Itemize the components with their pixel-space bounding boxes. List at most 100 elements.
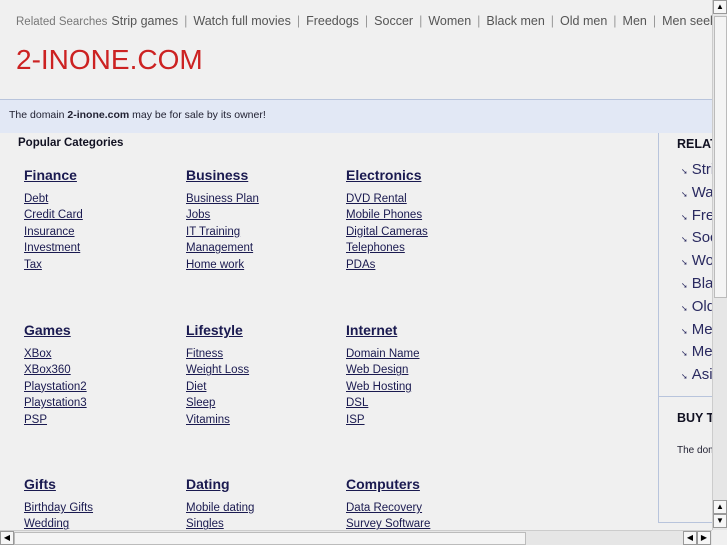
category-link[interactable]: Business Plan xyxy=(186,191,336,207)
related-item-label[interactable]: Soc xyxy=(692,229,712,246)
separator: | xyxy=(477,14,481,28)
related-link[interactable]: Black men xyxy=(486,14,544,28)
category-link[interactable]: Credit Card xyxy=(24,207,174,223)
category-link[interactable]: PSP xyxy=(24,412,174,428)
related-item[interactable]: ➘ Soc xyxy=(681,228,712,251)
category-title[interactable]: Gifts xyxy=(24,476,174,492)
related-item-label[interactable]: Mer xyxy=(692,343,712,360)
related-item-label[interactable]: Fre xyxy=(692,207,712,224)
category-link[interactable]: DVD Rental xyxy=(346,191,496,207)
related-link[interactable]: Watch full movies xyxy=(193,14,290,28)
vertical-scrollbar[interactable]: ▲ ▲ ▼ xyxy=(712,0,727,530)
category-title[interactable]: Games xyxy=(24,322,174,338)
related-item-label[interactable]: Wa xyxy=(692,184,712,201)
scroll-up-icon[interactable]: ▲ xyxy=(713,0,727,14)
category-link[interactable]: Playstation2 xyxy=(24,379,174,395)
category-link[interactable]: Telephones xyxy=(346,240,496,256)
category-link[interactable]: Vitamins xyxy=(186,412,336,428)
related-item-label[interactable]: Stri xyxy=(692,161,712,178)
related-item[interactable]: ➘ Wa xyxy=(681,183,712,206)
category-link[interactable]: Web Design xyxy=(346,362,496,378)
category-link[interactable]: Jobs xyxy=(186,207,336,223)
category-title[interactable]: Lifestyle xyxy=(186,322,336,338)
related-item-label[interactable]: Wo xyxy=(692,252,712,269)
category-link[interactable]: Web Hosting xyxy=(346,379,496,395)
related-item-label[interactable]: Asi xyxy=(692,366,712,383)
category-link[interactable]: Digital Cameras xyxy=(346,224,496,240)
category-link[interactable]: Debt xyxy=(24,191,174,207)
category-title[interactable]: Computers xyxy=(346,476,496,492)
related-item[interactable]: ➘ Stri xyxy=(681,160,712,183)
category-link[interactable]: IT Training xyxy=(186,224,336,240)
related-item[interactable]: ➘ Mer xyxy=(681,342,712,365)
related-searches-label: Related Searches xyxy=(16,16,108,28)
category-link[interactable]: XBox360 xyxy=(24,362,174,378)
category-link[interactable]: ISP xyxy=(346,412,496,428)
category-title[interactable]: Internet xyxy=(346,322,496,338)
separator: | xyxy=(364,14,369,28)
category-link[interactable]: Home work xyxy=(186,257,336,273)
category-title[interactable]: Business xyxy=(186,167,336,183)
related-item[interactable]: ➘ Mer xyxy=(681,320,712,343)
related-item-label[interactable]: Old xyxy=(692,298,712,315)
sale-domain: 2-inone.com xyxy=(67,109,130,121)
related-panel-title: RELAT xyxy=(677,137,712,151)
category-link[interactable]: Playstation3 xyxy=(24,395,174,411)
category-link[interactable]: Data Recovery xyxy=(346,500,496,516)
category-link[interactable]: Tax xyxy=(24,257,174,273)
category-link[interactable]: Fitness xyxy=(186,346,336,362)
related-item-label[interactable]: Bla xyxy=(692,275,712,292)
sale-text-end: may be for sale by its owner! xyxy=(129,109,266,121)
category-lifestyle: Lifestyle Fitness Weight Loss Diet Sleep Vita… xyxy=(186,322,336,428)
related-link[interactable]: Soccer xyxy=(374,14,413,28)
related-searches-bar: Related Searches Strip games | Watch full m… xyxy=(16,14,727,28)
category-title[interactable]: Finance xyxy=(24,167,174,183)
arrow-bullet-icon: ➘ xyxy=(681,258,688,268)
related-link[interactable]: Old men xyxy=(560,14,607,28)
scroll-right-icon[interactable]: ▶ xyxy=(697,531,711,545)
site-logo[interactable]: 2-INONE.COM xyxy=(16,44,203,76)
category-link[interactable]: Management xyxy=(186,240,336,256)
category-link[interactable]: Weight Loss xyxy=(186,362,336,378)
related-item[interactable]: ➘ Bla xyxy=(681,274,712,297)
horizontal-scroll-thumb[interactable] xyxy=(14,532,526,545)
scroll-left-icon[interactable]: ◀ xyxy=(683,531,697,545)
separator: | xyxy=(613,14,617,28)
related-link[interactable]: Men xyxy=(623,14,647,28)
category-title[interactable]: Electronics xyxy=(346,167,496,183)
related-link[interactable]: Freedogs xyxy=(306,14,359,28)
category-link[interactable]: Domain Name xyxy=(346,346,496,362)
scroll-left-icon[interactable]: ◀ xyxy=(0,531,14,545)
related-item-label[interactable]: Mer xyxy=(692,321,712,338)
horizontal-scrollbar[interactable]: ◀ ◀ ▶ xyxy=(0,530,712,545)
related-link[interactable]: Strip games xyxy=(111,14,178,28)
category-link[interactable]: Mobile dating xyxy=(186,500,336,516)
category-business: Business Business Plan Jobs IT Training Mana… xyxy=(186,167,336,273)
related-item[interactable]: ➘ Fre xyxy=(681,206,712,229)
category-link[interactable]: DSL xyxy=(346,395,496,411)
separator: | xyxy=(296,14,301,28)
category-title[interactable]: Dating xyxy=(186,476,336,492)
category-link[interactable]: Insurance xyxy=(24,224,174,240)
arrow-bullet-icon: ➘ xyxy=(681,212,688,222)
vertical-scroll-thumb[interactable] xyxy=(714,16,727,298)
related-item[interactable]: ➘ Asi xyxy=(681,365,712,388)
related-item[interactable]: ➘ Wo xyxy=(681,251,712,274)
arrow-bullet-icon: ➘ xyxy=(681,235,688,245)
category-internet: Internet Domain Name Web Design Web Hosting… xyxy=(346,322,496,428)
category-link[interactable]: Mobile Phones xyxy=(346,207,496,223)
category-gifts: Gifts Birthday Gifts Wedding xyxy=(24,476,174,533)
separator: | xyxy=(652,14,657,28)
separator: | xyxy=(550,14,555,28)
category-link[interactable]: XBox xyxy=(24,346,174,362)
related-item[interactable]: ➘ Old xyxy=(681,297,712,320)
category-link[interactable]: PDAs xyxy=(346,257,496,273)
scroll-down-icon[interactable]: ▼ xyxy=(713,514,727,528)
category-link[interactable]: Sleep xyxy=(186,395,336,411)
related-link[interactable]: Women xyxy=(428,14,471,28)
category-link[interactable]: Diet xyxy=(186,379,336,395)
category-link[interactable]: Investment xyxy=(24,240,174,256)
category-games: Games XBox XBox360 Playstation2 Playstation3… xyxy=(24,322,174,428)
category-link[interactable]: Birthday Gifts xyxy=(24,500,174,516)
scroll-up-icon[interactable]: ▲ xyxy=(713,500,727,514)
